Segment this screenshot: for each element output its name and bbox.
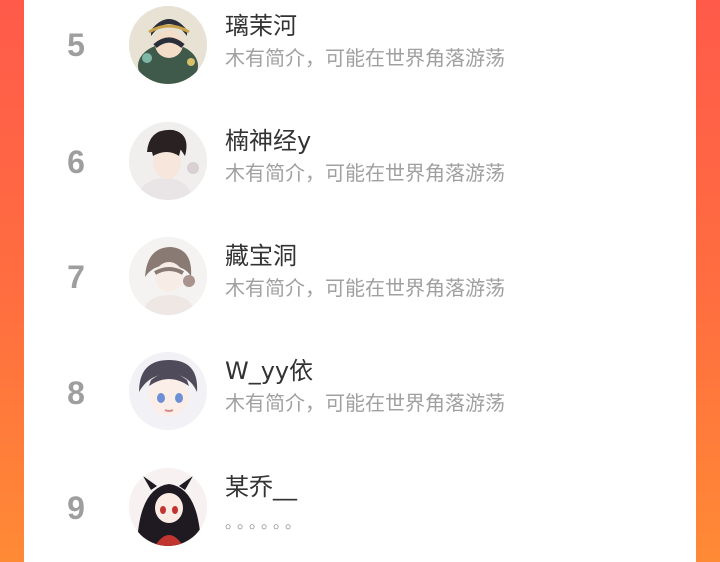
avatar[interactable] <box>129 237 207 315</box>
avatar[interactable] <box>129 468 207 546</box>
user-name[interactable]: 楠神经y <box>225 126 311 156</box>
avatar-image <box>129 6 207 84</box>
rank-number: 6 <box>67 144 85 180</box>
user-name[interactable]: 璃茉河 <box>225 11 297 41</box>
rank-number: 5 <box>67 27 85 63</box>
ranking-row[interactable]: 6 楠神经y 木有简介，可能在世界角落游荡 <box>24 112 696 212</box>
avatar-image <box>129 468 207 546</box>
rank-number: 9 <box>67 490 85 526</box>
user-bio: 木有简介，可能在世界角落游荡 <box>225 46 505 70</box>
user-name[interactable]: W_yy依 <box>225 356 313 386</box>
avatar-image <box>129 352 207 430</box>
avatar[interactable] <box>129 6 207 84</box>
avatar-image <box>129 237 207 315</box>
ranking-row[interactable]: 7 藏宝洞 木有简介，可能在世界角落游荡 <box>24 227 696 327</box>
ranking-list-panel: 5 璃茉河 木有简介，可能在世界角落游荡 6 楠神经y 木有简介，可能在世界角落… <box>24 0 696 562</box>
avatar-image <box>129 122 207 200</box>
user-bio: 木有简介，可能在世界角落游荡 <box>225 276 505 300</box>
avatar[interactable] <box>129 352 207 430</box>
avatar[interactable] <box>129 122 207 200</box>
user-bio: 木有简介，可能在世界角落游荡 <box>225 161 505 185</box>
rank-number: 7 <box>67 259 85 295</box>
ranking-row[interactable]: 8 W_yy依 木有简介，可能在世界角落游荡 <box>24 342 696 442</box>
ranking-row[interactable]: 9 某乔__ 。。。。。。 <box>24 458 696 558</box>
ranking-row[interactable]: 5 璃茉河 木有简介，可能在世界角落游荡 <box>24 0 696 97</box>
rank-number: 8 <box>67 375 85 411</box>
user-bio: 。。。。。。 <box>225 513 306 532</box>
user-bio: 木有简介，可能在世界角落游荡 <box>225 391 505 415</box>
user-name[interactable]: 某乔__ <box>225 472 297 502</box>
user-name[interactable]: 藏宝洞 <box>225 241 297 271</box>
